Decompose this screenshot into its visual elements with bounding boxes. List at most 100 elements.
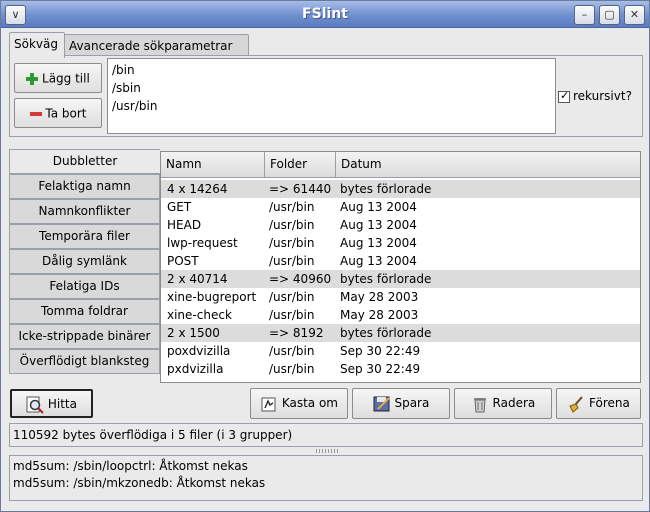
save-button[interactable]: Spara xyxy=(352,388,450,419)
header-label: Namn xyxy=(166,157,202,171)
table-row[interactable]: poxdvizilla/usr/bin Sep 30 22:49 xyxy=(161,342,640,360)
category-label: Icke-strippade binärer xyxy=(18,329,151,343)
invert-label: Kasta om xyxy=(281,396,338,410)
tab-sokvag[interactable]: Sökväg xyxy=(9,32,65,58)
cell-date: Aug 13 2004 xyxy=(340,218,417,232)
cell-folder: /usr/bin xyxy=(269,218,315,232)
cell-name: pxdvizilla xyxy=(167,362,224,376)
tab-label: Sökväg xyxy=(14,37,58,51)
remove-path-label: Ta bort xyxy=(45,106,87,121)
cell-name: POST xyxy=(167,254,199,268)
category-overflodigt-blanksteg[interactable]: Överflödigt blanksteg xyxy=(9,349,160,374)
cell-name: lwp-request xyxy=(167,236,238,250)
merge-button[interactable]: Förena xyxy=(556,388,641,419)
cell-folder: /usr/bin xyxy=(269,236,315,250)
category-dalig-symlank[interactable]: Dålig symlänk xyxy=(9,249,160,274)
header-label: Folder xyxy=(270,157,308,171)
window-title: FSlint xyxy=(302,6,348,22)
error-log[interactable]: md5sum: /sbin/loopctrl: Åtkomst nekas md… xyxy=(9,455,643,501)
close-icon: ✕ xyxy=(629,8,640,21)
minus-icon xyxy=(29,111,42,116)
save-icon xyxy=(373,396,390,411)
column-header-datum[interactable]: Datum xyxy=(336,152,640,178)
cell-date: bytes förlorade xyxy=(340,182,432,196)
table-row-group[interactable]: 4 x 14264 => 61440 bytes förlorade xyxy=(161,180,640,198)
column-header-folder[interactable]: Folder xyxy=(265,152,336,178)
cell-folder: /usr/bin xyxy=(269,308,315,322)
category-label: Dubbletter xyxy=(52,154,118,168)
add-path-label: Lägg till xyxy=(42,71,90,86)
maximize-icon: ▢ xyxy=(604,8,615,21)
close-button[interactable]: ✕ xyxy=(624,5,645,25)
table-row[interactable]: pxdvizilla/usr/bin Sep 30 22:49 xyxy=(161,360,640,378)
cell-name: 4 x 14264 xyxy=(167,182,228,196)
table-row[interactable]: xine-check/usr/bin May 28 2003 xyxy=(161,306,640,324)
find-button[interactable]: Hitta xyxy=(10,389,93,418)
recursive-checkbox[interactable]: rekursivt? xyxy=(558,89,632,103)
category-label: Temporära filer xyxy=(39,229,130,243)
table-row[interactable]: POST/usr/bin Aug 13 2004 xyxy=(161,252,640,270)
cell-folder: /usr/bin xyxy=(269,290,315,304)
path-item[interactable]: /sbin xyxy=(112,79,551,97)
delete-label: Radera xyxy=(492,396,536,410)
table-row[interactable]: GET/usr/bin Aug 13 2004 xyxy=(161,198,640,216)
table-row[interactable]: HEAD/usr/bin Aug 13 2004 xyxy=(161,216,640,234)
cell-date: bytes förlorade xyxy=(340,326,432,340)
delete-button[interactable]: Radera xyxy=(454,388,552,419)
trash-icon xyxy=(473,397,486,412)
search-path-list[interactable]: /bin /sbin /usr/bin xyxy=(107,58,556,134)
merge-broom-icon xyxy=(569,395,583,413)
category-temporara-filer[interactable]: Temporära filer xyxy=(9,224,160,249)
category-icke-strippade[interactable]: Icke-strippade binärer xyxy=(9,324,160,349)
title-bar[interactable]: ∨ FSlint – ▢ ✕ xyxy=(1,1,649,28)
cell-date: Sep 30 22:49 xyxy=(340,344,421,358)
find-label: Hitta xyxy=(47,397,77,411)
cell-name: GET xyxy=(167,200,192,214)
category-tomma-foldrar[interactable]: Tomma foldrar xyxy=(9,299,160,324)
recursive-label: rekursivt? xyxy=(573,89,632,103)
add-path-button[interactable]: Lägg till xyxy=(14,63,102,93)
fslint-window: ∨ FSlint – ▢ ✕ Sökväg Avancerade sökpara… xyxy=(0,0,650,512)
table-row-group[interactable]: 2 x 40714 => 40960 bytes förlorade xyxy=(161,270,640,288)
maximize-button[interactable]: ▢ xyxy=(599,5,620,25)
minimize-button[interactable]: – xyxy=(574,5,595,25)
status-text: 110592 bytes överflödiga i 5 filer (i 3 … xyxy=(13,428,293,442)
table-row-group[interactable]: 2 x 1500 => 8192 bytes förlorade xyxy=(161,324,640,342)
find-icon xyxy=(26,396,44,414)
category-label: Felaktiga namn xyxy=(38,179,131,193)
invert-selection-icon xyxy=(261,397,276,411)
merge-label: Förena xyxy=(589,396,630,410)
path-item[interactable]: /bin xyxy=(112,61,551,79)
category-label: Överflödigt blanksteg xyxy=(19,354,150,368)
table-row[interactable]: xine-bugreport/usr/bin May 28 2003 xyxy=(161,288,640,306)
category-felatiga-ids[interactable]: Felatiga IDs xyxy=(9,274,160,299)
plus-icon xyxy=(26,72,39,85)
category-label: Felatiga IDs xyxy=(49,279,120,293)
results-table[interactable]: Namn Folder Datum 4 x 14264 => 61440 bytes… xyxy=(160,151,641,383)
pane-resize-handle[interactable] xyxy=(316,449,338,453)
invert-button[interactable]: Kasta om xyxy=(250,388,348,419)
header-label: Datum xyxy=(341,157,382,171)
cell-date: Aug 13 2004 xyxy=(340,254,417,268)
table-row[interactable]: lwp-request/usr/bin Aug 13 2004 xyxy=(161,234,640,252)
category-dubbletter[interactable]: Dubbletter xyxy=(9,149,160,174)
cell-name: 2 x 1500 xyxy=(167,326,220,340)
status-bar: 110592 bytes överflödiga i 5 filer (i 3 … xyxy=(9,423,643,447)
cell-folder: /usr/bin xyxy=(269,254,315,268)
path-item[interactable]: /usr/bin xyxy=(112,97,551,115)
log-line: md5sum: /sbin/mkzonedb: Åtkomst nekas xyxy=(13,476,266,490)
cell-date: Aug 13 2004 xyxy=(340,200,417,214)
category-felaktiga-namn[interactable]: Felaktiga namn xyxy=(9,174,160,199)
cell-name: HEAD xyxy=(167,218,202,232)
checkbox-checked-icon[interactable] xyxy=(558,89,570,103)
remove-path-button[interactable]: Ta bort xyxy=(14,98,102,128)
cell-date: bytes förlorade xyxy=(340,272,432,286)
cell-name: xine-bugreport xyxy=(167,290,257,304)
save-label: Spara xyxy=(394,396,430,410)
tab-advanced[interactable]: Avancerade sökparametrar xyxy=(64,34,249,56)
cell-date: May 28 2003 xyxy=(340,308,419,322)
minimize-icon: – xyxy=(581,8,588,21)
category-namnkonflikter[interactable]: Namnkonflikter xyxy=(9,199,160,224)
log-line: md5sum: /sbin/loopctrl: Åtkomst nekas xyxy=(13,459,248,473)
column-header-namn[interactable]: Namn xyxy=(161,152,265,178)
